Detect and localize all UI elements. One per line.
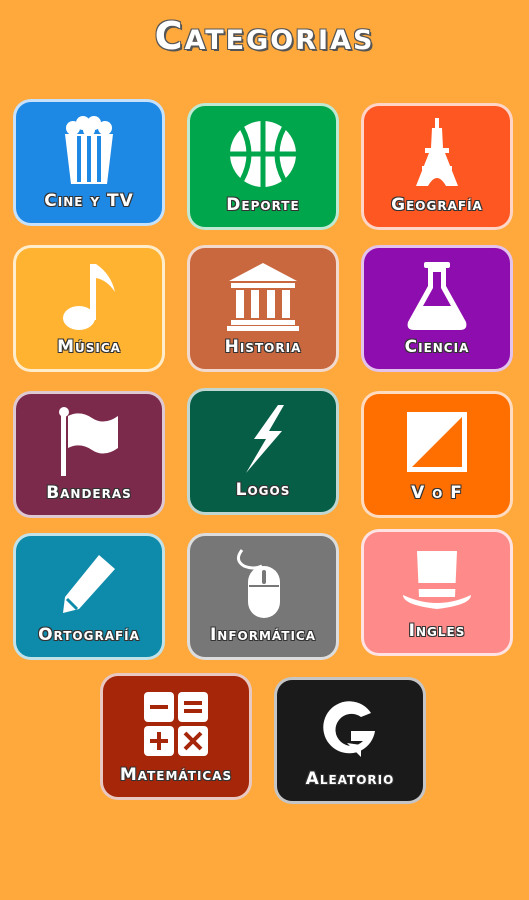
category-label: Logos	[235, 480, 291, 500]
lightning-icon	[190, 401, 336, 476]
category-label: Ortografía	[38, 625, 140, 645]
pencil-icon	[16, 546, 162, 621]
category-musica[interactable]: Música	[13, 245, 165, 372]
category-label: Geografía	[391, 195, 483, 215]
basketball-icon	[190, 116, 336, 191]
random-g-icon	[277, 690, 423, 765]
category-ciencia[interactable]: Ciencia	[361, 245, 513, 372]
category-cine-y-tv[interactable]: Cine y TV	[13, 99, 165, 226]
music-note-icon	[16, 258, 162, 333]
category-matematicas[interactable]: Matemáticas	[100, 673, 252, 800]
category-label: Deporte	[226, 195, 300, 215]
top-hat-icon	[364, 542, 510, 617]
category-label: Cine y TV	[44, 191, 134, 211]
category-label: Informática	[209, 625, 317, 645]
category-historia[interactable]: Historia	[187, 245, 339, 372]
category-v-o-f[interactable]: V o F	[361, 391, 513, 518]
category-informatica[interactable]: Informática	[187, 533, 339, 660]
category-aleatorio[interactable]: Aleatorio	[274, 677, 426, 804]
eiffel-tower-icon	[364, 116, 510, 191]
mouse-icon	[190, 546, 336, 621]
category-label: Matemáticas	[119, 765, 233, 785]
category-deporte[interactable]: Deporte	[187, 103, 339, 230]
category-banderas[interactable]: Banderas	[13, 391, 165, 518]
category-label: V o F	[411, 483, 463, 503]
category-label: Ingles	[408, 621, 466, 641]
category-label: Música	[57, 337, 121, 357]
calculator-icon	[103, 686, 249, 761]
museum-icon	[190, 258, 336, 333]
popcorn-icon	[16, 112, 162, 187]
category-label: Ciencia	[404, 337, 470, 357]
page-title: Categorias	[154, 14, 375, 58]
flag-icon	[16, 404, 162, 479]
category-label: Aleatorio	[305, 769, 395, 789]
flask-icon	[364, 258, 510, 333]
category-geografia[interactable]: Geografía	[361, 103, 513, 230]
category-logos[interactable]: Logos	[187, 388, 339, 515]
category-ortografia[interactable]: Ortografía	[13, 533, 165, 660]
category-ingles[interactable]: Ingles	[361, 529, 513, 656]
true-false-icon	[364, 404, 510, 479]
category-label: Banderas	[46, 483, 132, 503]
category-label: Historia	[224, 337, 302, 357]
